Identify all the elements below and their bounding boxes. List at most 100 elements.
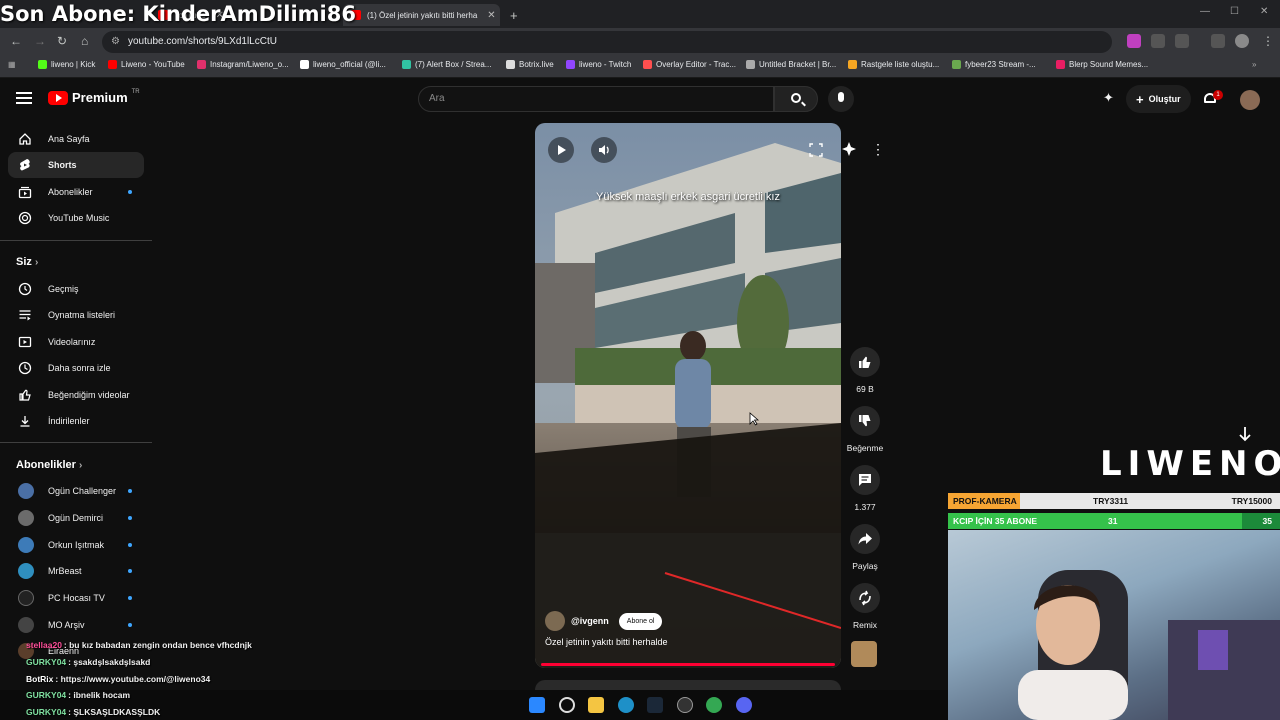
streamlabs-icon <box>402 60 411 69</box>
shorts-icon <box>18 158 32 172</box>
more-bookmarks-icon[interactable]: » <box>1252 60 1256 69</box>
sidebar-channel-item[interactable]: Orkun Işıtmak <box>8 532 144 558</box>
botrix-icon <box>506 60 515 69</box>
donation-goal-bar: PROF-KAMERA TRY3311 TRY15000 <box>948 493 1280 509</box>
bookmark-item[interactable]: liweno - Twitch <box>566 60 631 69</box>
subscribe-button[interactable]: Abone ol <box>618 612 663 630</box>
fullscreen-icon[interactable] <box>809 143 823 157</box>
sidebar-item-liked-videos[interactable]: Beğendiğim videolar <box>8 382 144 408</box>
bookmark-item[interactable]: Rastgele liste oluştu... <box>848 60 939 69</box>
search-input[interactable]: Ara <box>418 86 774 112</box>
sidebar-channel-item[interactable]: Ogün Demirci <box>8 505 144 531</box>
download-icon <box>18 414 32 428</box>
sidebar-item-watch-later[interactable]: Daha sonra izle <box>8 355 144 381</box>
bookmark-item[interactable]: Overlay Editor - Trac... <box>643 60 736 69</box>
sidebar-item-history[interactable]: Geçmiş <box>8 276 144 302</box>
back-icon[interactable]: ← <box>10 34 22 48</box>
apps-grid-icon[interactable]: ▦ <box>8 60 16 69</box>
sidebar-item-downloads[interactable]: İndirilenler <box>8 408 144 434</box>
close-window-icon[interactable]: ✕ <box>1260 6 1268 17</box>
discord-icon[interactable] <box>736 697 752 713</box>
extensions-puzzle-icon[interactable] <box>1175 34 1189 48</box>
create-button[interactable]: + Oluştur <box>1126 85 1191 113</box>
search-button[interactable] <box>774 86 818 112</box>
liked-icon <box>18 388 32 402</box>
sidebar-item-playlists[interactable]: Oynatma listeleri <box>8 302 144 328</box>
play-button[interactable] <box>548 137 574 163</box>
site-info-icon[interactable]: ⚙ <box>111 31 120 53</box>
bookmark-item[interactable]: Liweno - YouTube <box>108 60 185 69</box>
volume-button[interactable] <box>591 137 617 163</box>
account-avatar[interactable] <box>1240 90 1260 110</box>
extension-icon[interactable] <box>1127 34 1141 48</box>
channel-avatar <box>18 617 34 633</box>
obs-icon[interactable] <box>677 697 693 713</box>
maximize-icon[interactable]: ☐ <box>1230 6 1239 17</box>
bookmark-item[interactable]: Botrix.live <box>506 60 554 69</box>
shorts-create-icon[interactable] <box>841 141 857 162</box>
tiktok-icon <box>300 60 309 69</box>
divider <box>0 442 152 443</box>
mouse-cursor-icon <box>749 412 759 426</box>
url-input[interactable]: ⚙ youtube.com/shorts/9LXd1lLcCtU <box>102 31 1112 53</box>
sidebar-channel-item[interactable]: MrBeast <box>8 558 144 584</box>
sidebar-item-home[interactable]: Ana Sayfa <box>8 126 144 152</box>
playlist-icon <box>18 308 32 322</box>
goal-target: TRY15000 <box>1231 496 1272 506</box>
more-menu-icon[interactable]: ⋮ <box>1262 34 1274 48</box>
home-icon[interactable]: ⌂ <box>81 34 88 48</box>
overlay-editor-icon <box>643 60 652 69</box>
shorts-video-player[interactable]: Yüksek maaşlı erkek asgari ücretli kız @… <box>535 123 841 668</box>
channel-avatar[interactable] <box>545 611 565 631</box>
chat-message: BotRix: https://www.youtube.com/@liweno3… <box>26 674 211 684</box>
minimize-icon[interactable]: — <box>1200 6 1210 17</box>
goal-current: TRY3311 <box>1093 496 1129 506</box>
sidebar-item-your-videos[interactable]: Videolarınız <box>8 329 144 355</box>
file-explorer-icon[interactable] <box>588 697 604 713</box>
sidebar-item-youtube-music[interactable]: YouTube Music <box>8 205 144 231</box>
close-tab-icon[interactable]: ✕ <box>487 10 495 21</box>
bookmark-item[interactable]: (7) Alert Box / Strea... <box>402 60 491 69</box>
subscriptions-section-heading[interactable]: Abonelikler › <box>16 459 82 471</box>
youtube-premium-logo[interactable]: Premium TR <box>48 89 140 105</box>
sidebar-channel-item[interactable]: PC Hocası TV <box>8 585 144 611</box>
bookmark-item[interactable]: Untitled Bracket | Br... <box>746 60 836 69</box>
steam-icon[interactable] <box>647 697 663 713</box>
bookmark-item[interactable]: Instagram/Liweno_o... <box>197 60 289 69</box>
bookmark-item[interactable]: liweno_official (@li... <box>300 60 386 69</box>
extension-icon[interactable] <box>1151 34 1165 48</box>
goal-current: 31 <box>1108 516 1118 526</box>
reload-icon[interactable]: ↻ <box>57 34 67 48</box>
profile-avatar[interactable] <box>1235 34 1249 48</box>
bookmark-item[interactable]: Blerp Sound Memes... <box>1056 60 1148 69</box>
browser-tab-active[interactable]: (1) Özel jetinin yakıtı bitti herha ✕ <box>343 4 500 26</box>
bookmark-item[interactable]: fybeer23 Stream -... <box>952 60 1036 69</box>
chevron-right-icon: › <box>34 257 39 268</box>
new-content-dot <box>128 596 132 600</box>
sidebar-item-subscriptions[interactable]: Abonelikler <box>8 179 144 205</box>
new-content-dot <box>128 543 132 547</box>
menu-icon[interactable] <box>16 92 32 104</box>
sound-thumbnail[interactable] <box>851 641 877 667</box>
more-options-icon[interactable]: ⋮ <box>871 141 885 159</box>
shorts-create-icon[interactable]: ✦ <box>1103 90 1114 106</box>
video-frame <box>535 123 841 668</box>
sidebar-item-shorts[interactable]: Shorts <box>8 152 144 178</box>
voice-search-icon[interactable] <box>828 86 854 112</box>
video-progress-bar[interactable] <box>541 663 835 666</box>
channel-handle[interactable]: @ivgenn <box>571 616 609 626</box>
remix-icon <box>850 583 880 613</box>
address-bar-row: ← → ↻ ⌂ ⚙ youtube.com/shorts/9LXd1lLcCtU… <box>0 28 1280 56</box>
tab-search-icon[interactable] <box>1211 34 1225 48</box>
new-tab-button[interactable]: + <box>502 4 522 26</box>
forward-icon[interactable]: → <box>34 34 46 48</box>
notifications-bell-icon[interactable]: 1 <box>1203 90 1223 106</box>
edge-icon[interactable] <box>618 697 634 713</box>
bookmark-item[interactable]: liweno | Kick <box>38 60 95 69</box>
you-section-heading[interactable]: Siz › <box>16 256 38 268</box>
channel-row: @ivgenn Abone ol <box>545 611 663 631</box>
sidebar-channel-item[interactable]: MO Arşiv <box>8 612 144 638</box>
chrome-icon[interactable] <box>706 697 722 713</box>
sidebar-channel-item[interactable]: Ogün Challenger <box>8 478 144 504</box>
search-icon[interactable] <box>559 697 575 713</box>
